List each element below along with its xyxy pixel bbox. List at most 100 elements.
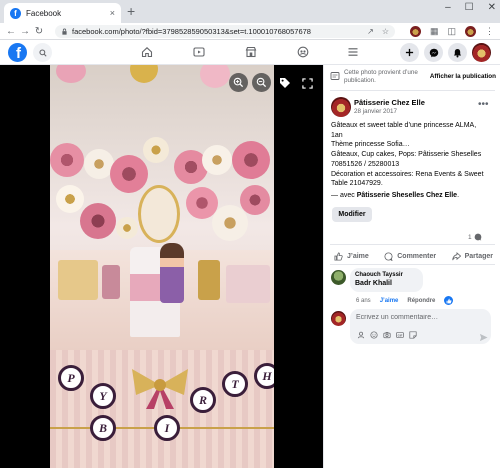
watch-video-icon[interactable]: [192, 45, 206, 59]
like-reaction-icon: [444, 296, 454, 305]
post-caption: Gâteaux et sweet table d’une princesse A…: [331, 121, 497, 201]
close-window-button[interactable]: ✕: [488, 2, 496, 13]
search-icon: [38, 48, 47, 57]
new-tab-button[interactable]: +: [127, 3, 135, 19]
groups-icon[interactable]: [296, 45, 310, 59]
facebook-header: f: [0, 40, 500, 65]
princess-figurine: [160, 243, 184, 303]
banner-letter: R: [190, 387, 216, 413]
post-date[interactable]: 28 janvier 2017: [354, 108, 397, 115]
gif-icon[interactable]: GIF: [395, 330, 404, 339]
minimize-button[interactable]: ‒: [445, 2, 451, 13]
banner-letter: H: [254, 363, 274, 389]
sticker-icon[interactable]: [408, 330, 417, 339]
banner-letter: T: [222, 371, 248, 397]
party-photo[interactable]: P Y B I R T H: [50, 65, 274, 468]
browser-tab-strip: f Facebook × + ‒ ☐ ✕: [0, 0, 500, 23]
comment-age[interactable]: 6 ans: [356, 298, 371, 304]
comment-input[interactable]: [356, 314, 476, 321]
divider: [330, 90, 495, 91]
balloon: [200, 65, 230, 88]
paper-flower: [80, 203, 116, 239]
reply-button[interactable]: Répondre: [407, 298, 435, 304]
caption-line: Table 21047929.: [331, 180, 383, 188]
comment-text[interactable]: Badr Khalil: [355, 279, 418, 288]
post-details-panel: Cette photo provient d’une publication. …: [323, 65, 500, 468]
with-suffix: .: [457, 191, 460, 199]
paper-flower: [212, 205, 248, 241]
bell-icon: [453, 48, 462, 57]
zoom-out-icon: [256, 77, 267, 88]
home-icon[interactable]: [140, 45, 154, 59]
notice-text: Cette photo provient d’une publication.: [344, 69, 418, 84]
share-label: Partager: [464, 252, 493, 260]
extension-icon[interactable]: [409, 26, 421, 37]
post-actions: J’aime Commenter Partager: [324, 248, 500, 264]
more-options-button[interactable]: •••: [478, 99, 489, 110]
commenter-name[interactable]: Chaouch Tayssir: [355, 271, 418, 279]
share-page-icon[interactable]: ↗: [367, 27, 374, 36]
create-button[interactable]: [400, 43, 419, 62]
caption-line: 70851526 / 25280013: [331, 160, 400, 168]
avatar-sticker-icon[interactable]: [356, 330, 365, 339]
picture-frame: [198, 260, 220, 300]
tagged-page-link[interactable]: Pâtisserie Sheselles Chez Elle: [357, 192, 457, 199]
messenger-button[interactable]: [424, 43, 443, 62]
banner-letter: B: [90, 415, 116, 441]
post-author[interactable]: Pâtisserie Chez Elle: [354, 98, 425, 107]
notifications-button[interactable]: [448, 43, 467, 62]
zoom-out-button[interactable]: [252, 73, 271, 92]
paper-flower: [110, 155, 148, 193]
search-button[interactable]: [33, 43, 52, 62]
balloon: [56, 65, 86, 83]
side-panel-icon[interactable]: ◫: [447, 26, 456, 37]
reload-icon[interactable]: ↻: [32, 26, 46, 37]
marketplace-icon[interactable]: [244, 45, 258, 59]
comment-count[interactable]: 1: [468, 233, 482, 241]
browser-toolbar: ← → ↻ facebook.com/photo/?fbid=379852859…: [0, 23, 500, 40]
camera-icon[interactable]: [382, 330, 391, 339]
caption-line: 1an: [331, 131, 343, 139]
maximize-button[interactable]: ☐: [465, 2, 474, 13]
composer-avatar[interactable]: [331, 311, 346, 326]
photo-viewer: P Y B I R T H: [0, 65, 323, 468]
plus-icon: [405, 48, 414, 57]
profile-avatar[interactable]: [465, 26, 476, 37]
tab-close-button[interactable]: ×: [110, 8, 115, 18]
zoom-in-button[interactable]: [229, 73, 248, 92]
facebook-logo-icon[interactable]: f: [8, 43, 27, 62]
send-icon[interactable]: [479, 329, 488, 347]
comment-like-button[interactable]: J’aime: [380, 298, 399, 304]
address-bar[interactable]: facebook.com/photo/?fbid=379852859050313…: [55, 25, 395, 38]
commenter-avatar[interactable]: [331, 270, 346, 285]
browser-menu-icon[interactable]: ⋮: [485, 26, 494, 37]
menu-icon[interactable]: [346, 45, 360, 59]
caption-line: Gâteaux et sweet table d’une princesse A…: [331, 122, 477, 129]
edit-button[interactable]: Modifier: [332, 207, 372, 222]
post-origin-notice: Cette photo provient d’une publication. …: [324, 65, 500, 89]
comment-box[interactable]: GIF: [350, 309, 491, 344]
banner-letter: P: [58, 365, 84, 391]
forward-arrow-icon[interactable]: →: [18, 26, 32, 37]
share-button[interactable]: Partager: [451, 248, 493, 264]
paper-flower: [232, 141, 270, 179]
back-arrow-icon[interactable]: ←: [4, 26, 18, 37]
view-post-link[interactable]: Afficher la publication: [430, 73, 496, 80]
comment-button[interactable]: Commenter: [384, 248, 436, 264]
divider: [330, 244, 495, 245]
like-label: J’aime: [347, 252, 369, 260]
account-avatar[interactable]: [472, 43, 491, 62]
browser-tab[interactable]: f Facebook ×: [4, 3, 121, 23]
balloon: [130, 65, 158, 83]
tag-icon[interactable]: [279, 76, 291, 94]
paper-flower: [116, 217, 138, 239]
page-avatar[interactable]: [331, 97, 351, 117]
emoji-icon[interactable]: [369, 330, 378, 339]
share-icon: [451, 251, 461, 260]
bookmark-star-icon[interactable]: ☆: [382, 27, 389, 36]
fullscreen-icon[interactable]: [302, 76, 313, 94]
puzzle-extensions-icon[interactable]: ▦: [430, 26, 439, 37]
like-button[interactable]: J’aime: [334, 248, 369, 264]
caption-line: Décoration et accessoires: Rena Events &…: [331, 170, 484, 178]
comment-bubble: Chaouch Tayssir Badr Khalil: [350, 268, 423, 292]
